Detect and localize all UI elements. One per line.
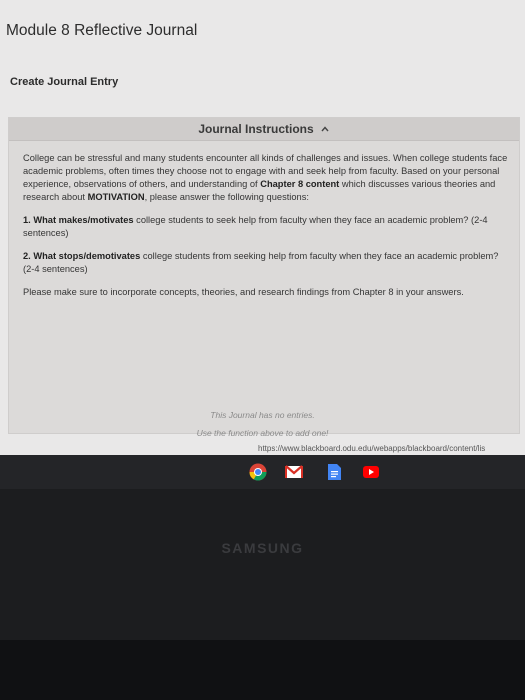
page-title: Module 8 Reflective Journal <box>6 22 198 39</box>
youtube-icon[interactable] <box>362 463 380 481</box>
device-brand-logo: SAMSUNG <box>221 540 304 556</box>
empty-state-hint: Use the function above to add one! <box>196 428 329 438</box>
question-2: 2. What stops/demotivates college studen… <box>23 251 499 274</box>
journal-instructions-heading: Journal Instructions <box>198 122 314 136</box>
instructions-intro: College can be stressful and many studen… <box>23 153 508 202</box>
instructions-body: College can be stressful and many studen… <box>23 152 511 309</box>
question-1: 1. What makes/motivates college students… <box>23 215 488 238</box>
browser-screen: Module 8 Reflective Journal Create Journ… <box>0 0 525 455</box>
gmail-icon[interactable] <box>285 463 303 481</box>
chrome-icon[interactable] <box>249 463 267 481</box>
keyboard-edge <box>0 640 525 700</box>
empty-state-message: This Journal has no entries. <box>210 410 315 420</box>
journal-instructions-toggle[interactable]: Journal Instructions <box>9 118 519 141</box>
create-journal-entry-link[interactable]: Create Journal Entry <box>10 76 118 88</box>
instructions-note: Please make sure to incorporate concepts… <box>23 287 464 297</box>
docs-icon[interactable] <box>325 463 343 481</box>
status-url: https://www.blackboard.odu.edu/webapps/b… <box>258 444 486 453</box>
journal-instructions-panel: Journal Instructions College can be stre… <box>8 117 520 434</box>
chevron-up-icon <box>321 126 329 132</box>
